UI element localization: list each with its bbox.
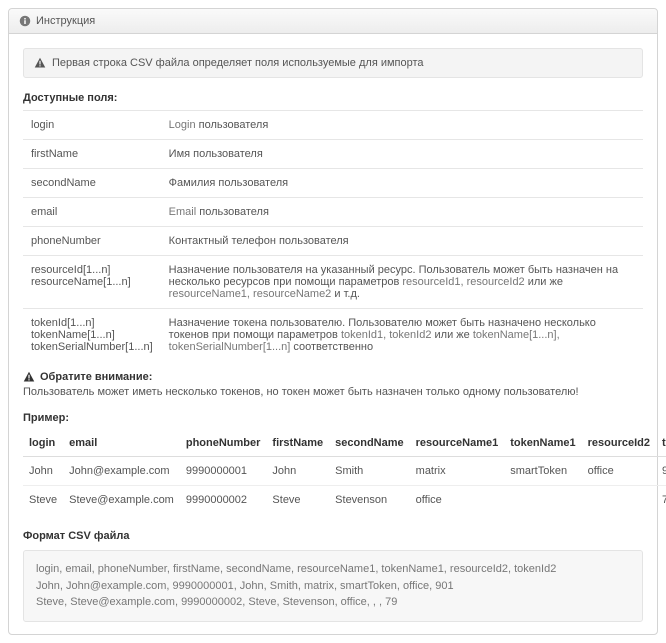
instruction-panel: Инструкция Первая строка CSV файла опред… — [8, 8, 658, 635]
column-header: tokenId2 — [656, 430, 666, 457]
table-cell: matrix — [410, 457, 505, 486]
column-header: email — [63, 430, 180, 457]
field-key: email — [23, 198, 161, 227]
field-description: Назначение пользователя на указанный рес… — [161, 256, 643, 309]
table-cell: John@example.com — [63, 457, 180, 486]
field-key: tokenId[1...n]tokenName[1...n]tokenSeria… — [23, 309, 161, 362]
warning-icon — [23, 371, 35, 383]
table-row: secondNameФамилия пользователя — [23, 169, 643, 198]
field-key: login — [23, 111, 161, 140]
table-cell: Steve — [23, 486, 63, 515]
table-row: resourceId[1...n]resourceName[1...n]Назн… — [23, 256, 643, 309]
table-cell: 9990000001 — [180, 457, 267, 486]
column-header: login — [23, 430, 63, 457]
field-description: Email пользователя — [161, 198, 643, 227]
panel-header: Инструкция — [9, 9, 657, 34]
table-header-row: loginemailphoneNumberfirstNamesecondName… — [23, 430, 666, 457]
panel-body: Первая строка CSV файла определяет поля … — [9, 34, 657, 634]
table-row: firstNameИмя пользователя — [23, 140, 643, 169]
column-header: resourceName1 — [410, 430, 505, 457]
table-row: emailEmail пользователя — [23, 198, 643, 227]
warning-icon — [34, 57, 46, 69]
table-cell: 79 — [656, 486, 666, 515]
table-cell — [504, 486, 581, 515]
field-description: Имя пользователя — [161, 140, 643, 169]
table-cell: Smith — [329, 457, 409, 486]
csv-format-title: Формат CSV файла — [23, 530, 643, 542]
field-key: firstName — [23, 140, 161, 169]
available-fields-title: Доступные поля: — [23, 92, 643, 104]
csv-line: login, email, phoneNumber, firstName, se… — [36, 561, 630, 578]
field-key: resourceId[1...n]resourceName[1...n] — [23, 256, 161, 309]
table-cell: smartToken — [504, 457, 581, 486]
fields-table: loginLogin пользователяfirstNameИмя поль… — [23, 110, 643, 361]
column-header: phoneNumber — [180, 430, 267, 457]
column-header: secondName — [329, 430, 409, 457]
csv-line: John, John@example.com, 9990000001, John… — [36, 578, 630, 595]
table-cell — [582, 486, 656, 515]
field-description: Назначение токена пользователю. Пользова… — [161, 309, 643, 362]
panel-title: Инструкция — [36, 15, 95, 27]
field-key: phoneNumber — [23, 227, 161, 256]
alert-text: Первая строка CSV файла определяет поля … — [52, 57, 424, 69]
column-header: firstName — [266, 430, 329, 457]
csv-line: Steve, Steve@example.com, 9990000002, St… — [36, 594, 630, 611]
table-cell: Steve@example.com — [63, 486, 180, 515]
table-cell: office — [410, 486, 505, 515]
field-description: Фамилия пользователя — [161, 169, 643, 198]
example-table: loginemailphoneNumberfirstNamesecondName… — [23, 430, 666, 514]
table-row: JohnJohn@example.com9990000001JohnSmithm… — [23, 457, 666, 486]
table-row: phoneNumberКонтактный телефон пользовате… — [23, 227, 643, 256]
table-cell: 901 — [656, 457, 666, 486]
table-cell: John — [23, 457, 63, 486]
table-cell: Stevenson — [329, 486, 409, 515]
table-cell: John — [266, 457, 329, 486]
info-icon — [19, 15, 31, 27]
table-cell: Steve — [266, 486, 329, 515]
csv-format-box: login, email, phoneNumber, firstName, se… — [23, 550, 643, 622]
column-header: resourceId2 — [582, 430, 656, 457]
column-header: tokenName1 — [504, 430, 581, 457]
first-row-alert: Первая строка CSV файла определяет поля … — [23, 48, 643, 78]
warning-block: Обратите внимание: Пользователь может им… — [23, 371, 643, 398]
warning-text: Пользователь может иметь несколько токен… — [23, 386, 643, 398]
field-key: secondName — [23, 169, 161, 198]
warning-title: Обратите внимание: — [40, 371, 152, 383]
field-description: Контактный телефон пользователя — [161, 227, 643, 256]
table-row: loginLogin пользователя — [23, 111, 643, 140]
field-description: Login пользователя — [161, 111, 643, 140]
table-cell: 9990000002 — [180, 486, 267, 515]
example-title: Пример: — [23, 412, 643, 424]
table-row: SteveSteve@example.com9990000002SteveSte… — [23, 486, 666, 515]
warning-title-row: Обратите внимание: — [23, 371, 643, 383]
table-cell: office — [582, 457, 656, 486]
table-row: tokenId[1...n]tokenName[1...n]tokenSeria… — [23, 309, 643, 362]
